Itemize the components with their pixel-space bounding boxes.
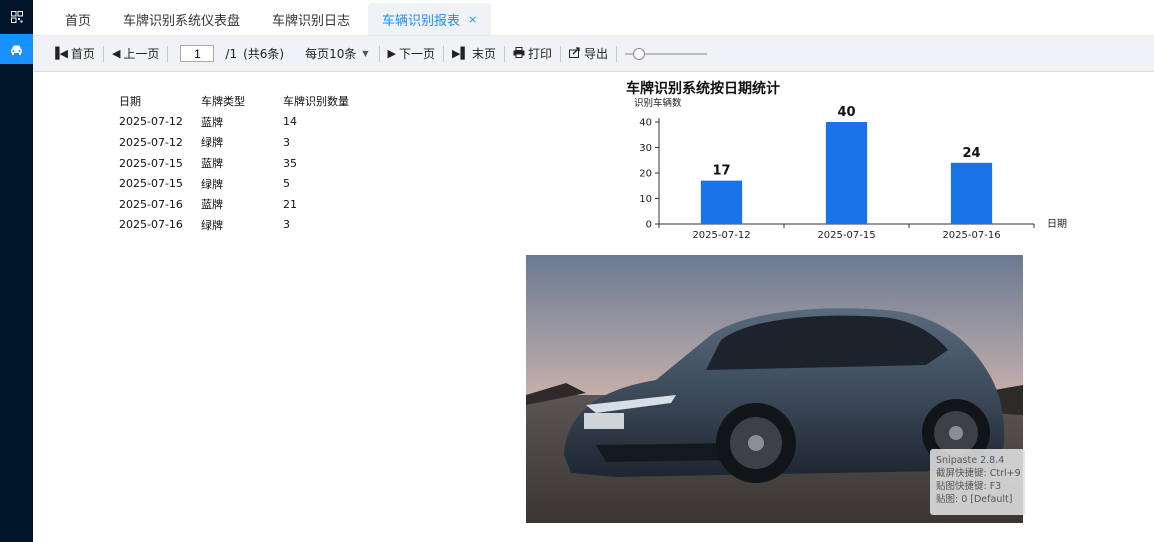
divider [102,45,104,62]
bar-2025-07-16 [950,162,993,224]
cell-plate-type: 蓝牌 [201,157,223,171]
tab-dashboard[interactable]: 车牌识别系统仪表盘 [109,3,254,35]
zoom-slider-handle[interactable] [633,47,645,60]
cell-count: 21 [283,197,297,211]
table-row: 2025-07-12 绿牌 3 [119,132,373,153]
cell-date: 2025-07-16 [119,197,183,211]
cell-count: 3 [283,135,290,149]
bar-value-label: 17 [712,164,730,179]
x-tick-label: 2025-07-15 [817,230,875,241]
column-header-count: 车牌识别数量 [283,95,349,109]
left-sidebar [0,0,33,542]
cell-plate-type: 绿牌 [201,218,223,232]
table-row: 2025-07-16 绿牌 3 [119,215,373,236]
print-button[interactable]: 打印 [507,43,558,65]
cell-plate-type: 绿牌 [201,136,223,150]
zoom-slider[interactable] [625,47,707,60]
y-axis-label: 识别车辆数 [634,97,682,109]
cell-date: 2025-07-16 [119,218,183,232]
column-header-date: 日期 [119,95,141,109]
printer-icon [513,46,525,61]
y-tick-label: 20 [639,169,652,180]
export-button[interactable]: 导出 [563,43,614,65]
bar-value-label: 24 [962,146,980,161]
snipaste-watermark: Snipaste 2.8.4 截屏快捷键: Ctrl+9 贴图快捷键: F3 贴… [930,449,1025,515]
page-total: /1 [225,46,238,61]
page-number-input[interactable] [180,45,215,62]
divider [503,45,505,62]
bar-2025-07-12 [700,180,743,224]
y-tick-label: 30 [639,143,652,154]
table-row: 2025-07-15 蓝牌 35 [119,153,373,174]
column-header-plate-type: 车牌类型 [201,95,245,109]
cell-date: 2025-07-15 [119,156,183,170]
first-page-icon: ▐◀ [51,47,68,60]
table-row: 2025-07-16 蓝牌 21 [119,194,373,215]
last-page-icon: ▶▌ [452,47,469,60]
prev-page-button[interactable]: ◀ 上一页 [106,43,165,65]
chart-title: 车牌识别系统按日期统计 [626,80,780,97]
cell-plate-type: 绿牌 [201,177,223,191]
table-header-row: 日期 车牌类型 车牌识别数量 [119,91,373,112]
next-page-icon: ▶ [387,47,397,60]
cell-date: 2025-07-12 [119,115,183,129]
next-page-button[interactable]: ▶ 下一页 [382,43,441,65]
report-toolbar: ▐◀首页 ◀上一页 /1 (共6条) 每页10条 ▼ ▶下一页 ▶▌末页 打印 … [33,36,1154,72]
report-table: 日期 车牌类型 车牌识别数量 2025-07-12 蓝牌 14 2025-07-12 绿… [119,91,373,235]
cell-date: 2025-07-12 [119,135,183,149]
tab-home[interactable]: 首页 [51,3,105,35]
y-tick-label: 10 [639,194,652,205]
car-icon[interactable] [0,34,33,64]
qrcode-icon[interactable] [0,0,33,34]
tab-bar: 首页 车牌识别系统仪表盘 车牌识别日志 车辆识别报表 × [33,0,1154,36]
cell-count: 5 [283,177,290,191]
bar-chart: 车牌识别系统按日期统计 识别车辆数日期 0 10 20 30 40 17 2025-07-12 4… [600,74,1100,244]
divider [616,45,617,62]
cell-count: 3 [283,218,290,232]
cell-plate-type: 蓝牌 [201,198,223,212]
last-page-button[interactable]: ▶▌ 末页 [446,43,502,65]
table-row: 2025-07-12 蓝牌 14 [119,112,373,133]
cell-count: 35 [283,156,297,170]
x-axis-label: 日期 [1047,218,1067,230]
cell-plate-type: 蓝牌 [201,115,223,129]
bar-value-label: 40 [837,105,855,120]
cell-count: 14 [283,115,297,129]
divider [378,45,380,62]
export-icon [568,46,581,61]
tab-recognition-log[interactable]: 车牌识别日志 [258,3,364,35]
divider [443,45,445,62]
cell-date: 2025-07-15 [119,177,183,191]
y-tick-label: 0 [646,220,652,231]
x-tick-label: 2025-07-12 [692,230,750,241]
caret-down-icon: ▼ [362,49,369,58]
bar-2025-07-15 [825,122,868,224]
prev-page-icon: ◀ [111,47,121,60]
x-tick-label: 2025-07-16 [942,230,1000,241]
divider [559,45,561,62]
y-tick-label: 40 [639,118,652,129]
first-page-button[interactable]: ▐◀ 首页 [45,43,101,65]
page-size-select[interactable]: 每页10条 ▼ [287,45,376,62]
divider [167,45,169,62]
table-row: 2025-07-15 绿牌 5 [119,173,373,194]
record-count: (共6条) [243,47,285,61]
tab-vehicle-report[interactable]: 车辆识别报表 × [368,3,492,35]
close-icon[interactable]: × [468,13,477,26]
